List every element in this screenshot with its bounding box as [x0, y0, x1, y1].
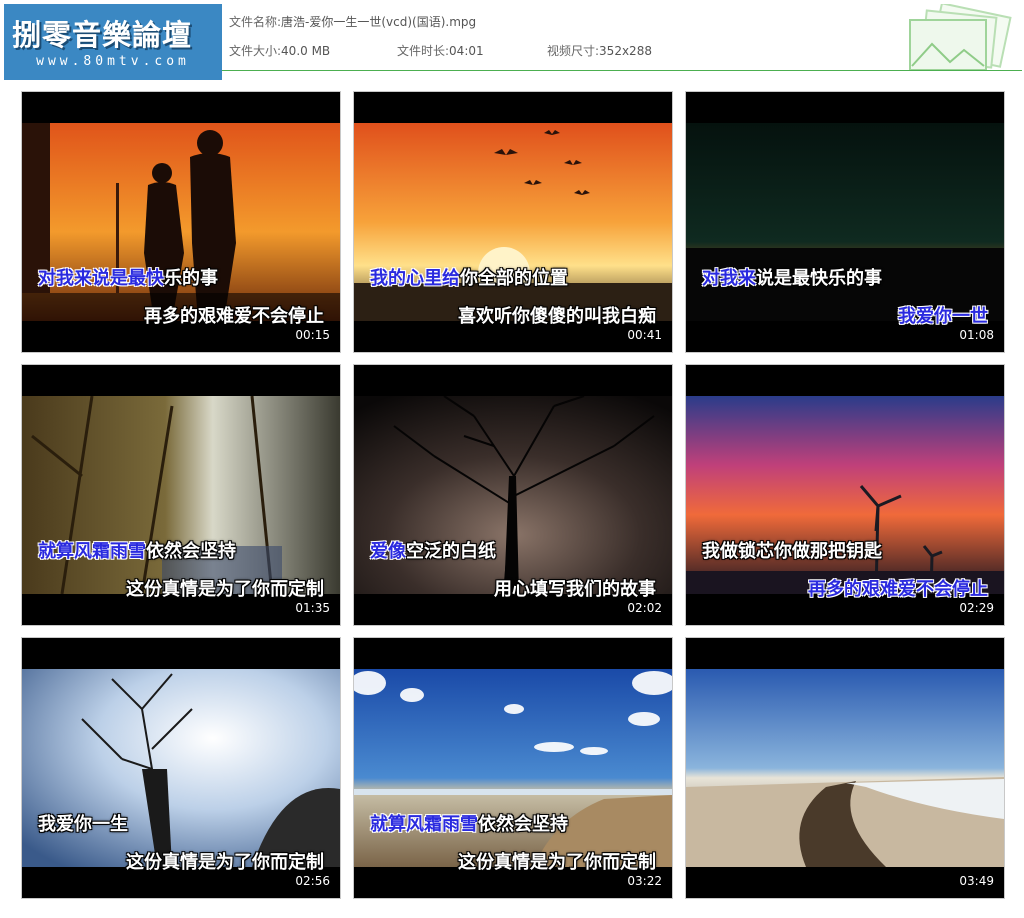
file-name-value: 唐浩-爱你一生一世(vcd)(国语).mpg	[281, 15, 477, 29]
file-size-row: 文件大小:40.0 MB	[229, 42, 330, 59]
video-frame	[686, 123, 1004, 321]
dimensions-label: 视频尺寸:	[547, 44, 600, 58]
lyric-line-1: 对我来说是最快乐的事	[38, 268, 218, 289]
lyric-line-1: 爱像空泛的白纸	[370, 541, 496, 562]
video-frame	[354, 396, 672, 594]
lyric-line-2: 这份真情是为了你而定制	[126, 579, 324, 600]
duration-row: 文件时长:04:01	[397, 42, 484, 59]
logo-url: www.80mtv.com	[36, 54, 190, 69]
lyric-line-2: 这份真情是为了你而定制	[126, 852, 324, 873]
timestamp: 01:08	[959, 328, 994, 342]
thumbnail-5[interactable]: 爱像空泛的白纸 用心填写我们的故事 02:02	[353, 364, 673, 626]
thumbnail-6[interactable]: 我做锁芯你做那把钥匙 再多的艰难爱不会停止 02:29	[685, 364, 1005, 626]
thumbnail-9[interactable]: 03:49	[685, 637, 1005, 899]
file-size-value: 40.0 MB	[281, 44, 331, 58]
lyric-line-1: 就算风霜雨雪依然会坚持	[38, 541, 236, 562]
video-frame	[22, 396, 340, 594]
video-frame	[686, 669, 1004, 867]
video-frame	[354, 669, 672, 867]
timestamp: 00:41	[627, 328, 662, 342]
photo-stack-icon	[909, 4, 1012, 71]
thumbnail-4[interactable]: 就算风霜雨雪依然会坚持 这份真情是为了你而定制 01:35	[21, 364, 341, 626]
video-frame	[354, 123, 672, 321]
lyric-line-1: 对我来说是最快乐的事	[702, 268, 882, 289]
timestamp: 02:02	[627, 601, 662, 615]
video-frame	[686, 396, 1004, 594]
lyric-line-2: 再多的艰难爱不会停止	[808, 579, 988, 600]
logo-title: 捌零音樂論壇	[12, 18, 193, 52]
timestamp: 02:56	[295, 874, 330, 888]
video-frame	[22, 123, 340, 321]
dimensions-row: 视频尺寸:352x288	[547, 42, 652, 59]
timestamp: 03:22	[627, 874, 662, 888]
thumbnail-7[interactable]: 我爱你一生 这份真情是为了你而定制 02:56	[21, 637, 341, 899]
lyric-line-2: 再多的艰难爱不会停止	[144, 306, 324, 327]
file-name-label: 文件名称:	[229, 15, 282, 29]
timestamp: 03:49	[959, 874, 994, 888]
lyric-line-2: 用心填写我们的故事	[494, 579, 656, 600]
lyric-line-1: 我爱你一生	[38, 814, 128, 835]
header-divider	[222, 70, 1022, 71]
file-name-row: 文件名称:唐浩-爱你一生一世(vcd)(国语).mpg	[229, 13, 476, 30]
timestamp: 00:15	[295, 328, 330, 342]
lyric-line-2: 喜欢听你傻傻的叫我白痴	[458, 306, 656, 327]
thumbnail-2[interactable]: 我的心里给你全部的位置 喜欢听你傻傻的叫我白痴 00:41	[353, 91, 673, 353]
video-frame	[22, 669, 340, 867]
lyric-line-2: 这份真情是为了你而定制	[458, 852, 656, 873]
lyric-line-2: 我爱你一世	[898, 306, 988, 327]
timestamp: 01:35	[295, 601, 330, 615]
lyric-line-1: 我做锁芯你做那把钥匙	[702, 541, 882, 562]
file-size-label: 文件大小:	[229, 44, 282, 58]
thumbnail-1[interactable]: 对我来说是最快乐的事 再多的艰难爱不会停止 00:15	[21, 91, 341, 353]
dimensions-value: 352x288	[599, 44, 652, 58]
duration-value: 04:01	[449, 44, 484, 58]
thumbnail-3[interactable]: 对我来说是最快乐的事 我爱你一世 01:08	[685, 91, 1005, 353]
lyric-line-1: 就算风霜雨雪依然会坚持	[370, 814, 568, 835]
duration-label: 文件时长:	[397, 44, 450, 58]
lyric-line-1: 我的心里给你全部的位置	[370, 268, 568, 289]
timestamp: 02:29	[959, 601, 994, 615]
site-logo: 捌零音樂論壇 www.80mtv.com	[4, 4, 222, 80]
thumbnail-8[interactable]: 就算风霜雨雪依然会坚持 这份真情是为了你而定制 03:22	[353, 637, 673, 899]
